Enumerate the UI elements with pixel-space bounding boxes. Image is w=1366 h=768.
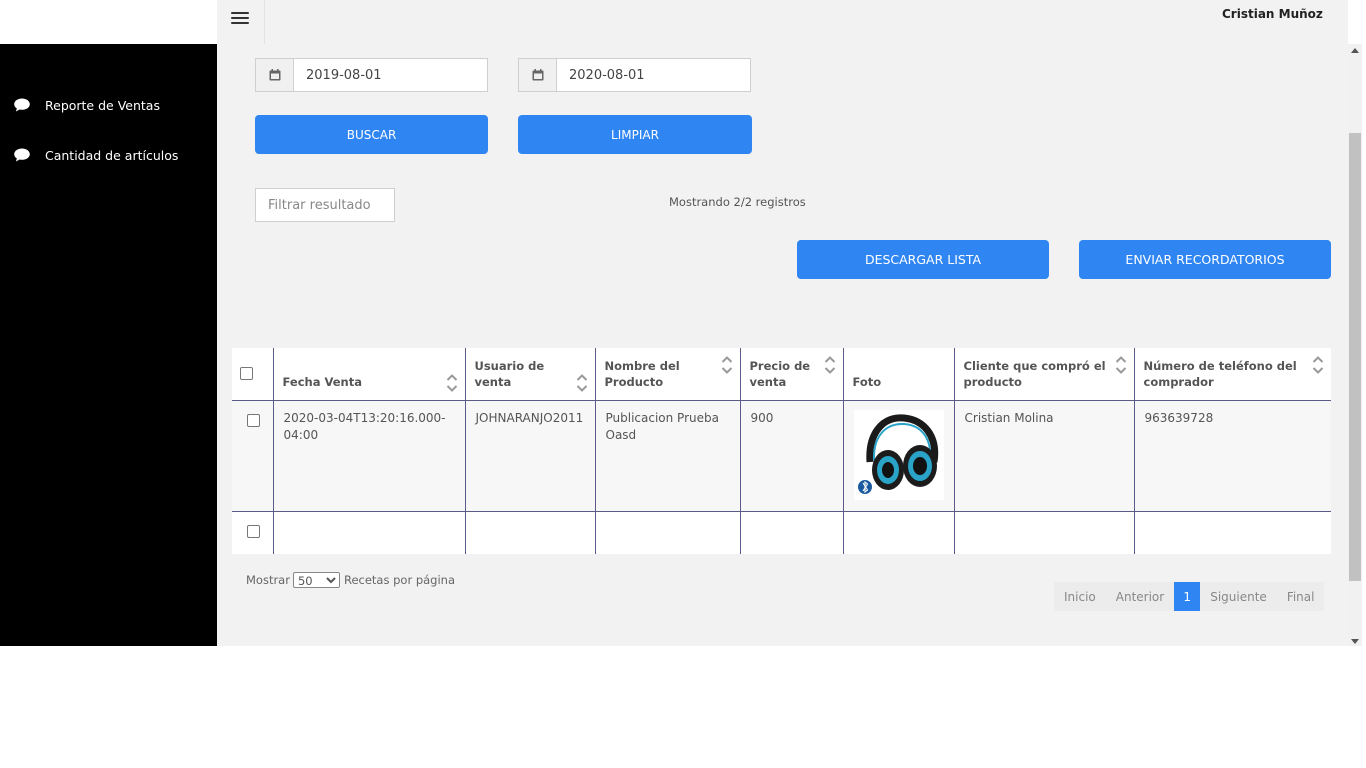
sidebar-item-cantidad-articulos[interactable]: Cantidad de artículos — [13, 144, 178, 166]
select-all-cell — [232, 348, 274, 401]
filter-input[interactable] — [255, 188, 395, 222]
column-header-label: Fecha Venta — [282, 374, 362, 389]
column-header-label: Cliente que compró el producto — [963, 358, 1106, 389]
column-header-label: Número de teléfono del comprador — [1143, 358, 1297, 389]
column-header-label: Nombre del Producto — [604, 358, 680, 389]
per-page-select[interactable]: 50 — [292, 572, 340, 588]
sidebar-item-label: Reporte de Ventas — [45, 97, 160, 113]
row-select-cell — [232, 400, 274, 512]
page-prev-button[interactable]: Anterior — [1106, 582, 1174, 611]
column-header-producto[interactable]: Nombre del Producto — [595, 348, 741, 401]
sidebar-header — [0, 0, 217, 44]
column-header-cliente[interactable]: Cliente que compró el producto — [954, 348, 1135, 401]
date-to-group — [518, 58, 751, 92]
cell-cliente: Cristian Molina — [954, 400, 1135, 512]
empty-cell — [595, 511, 741, 554]
cell-usuario: JOHNARANJO2011 — [465, 400, 596, 512]
page-current-button[interactable]: 1 — [1174, 582, 1201, 611]
sort-icon[interactable] — [1115, 353, 1127, 393]
sales-table: Fecha Venta Usuario de venta Nombre del … — [232, 348, 1331, 554]
column-header-label: Foto — [852, 374, 882, 389]
per-page-label: Mostrar — [246, 573, 290, 587]
sidebar-item-label: Cantidad de artículos — [45, 147, 179, 163]
cell-fecha: 2020-03-04T13:20:16.000-04:00 — [273, 400, 466, 512]
sort-icon[interactable] — [576, 353, 588, 393]
chat-bubble-icon — [13, 147, 31, 163]
scroll-up-icon[interactable] — [1351, 48, 1359, 53]
pagination: Inicio Anterior 1 Siguiente Final — [1054, 582, 1325, 611]
table-row[interactable]: 2020-03-04T13:20:16.000-04:00 JOHNARANJO… — [232, 400, 1331, 512]
empty-cell — [1134, 511, 1331, 554]
column-header-precio[interactable]: Precio de venta — [740, 348, 844, 401]
search-button[interactable]: BUSCAR — [255, 115, 488, 154]
row-select-cell — [232, 511, 274, 554]
calendar-icon[interactable] — [256, 59, 294, 91]
per-page-control: Mostrar 50 Recetas por página — [246, 572, 455, 588]
product-photo[interactable] — [853, 409, 944, 500]
topbar-divider — [264, 0, 265, 44]
date-to-input[interactable] — [557, 59, 750, 91]
column-header-label: Usuario de venta — [474, 358, 545, 389]
page-first-button[interactable]: Inicio — [1054, 582, 1106, 611]
headphones-image — [857, 413, 938, 494]
column-header-foto: Foto — [843, 348, 955, 401]
send-reminders-button[interactable]: ENVIAR RECORDATORIOS — [1079, 240, 1331, 279]
empty-cell — [954, 511, 1135, 554]
column-header-fecha[interactable]: Fecha Venta — [273, 348, 466, 401]
cell-precio: 900 — [740, 400, 844, 512]
sort-icon[interactable] — [721, 353, 733, 393]
sidebar-item-reporte-ventas[interactable]: Reporte de Ventas — [13, 94, 160, 116]
table-header-row: Fecha Venta Usuario de venta Nombre del … — [232, 348, 1331, 401]
column-header-usuario[interactable]: Usuario de venta — [465, 348, 596, 401]
scrollbar-thumb[interactable] — [1349, 133, 1361, 581]
sort-icon[interactable] — [446, 353, 458, 393]
chat-bubble-icon — [13, 97, 31, 113]
user-name[interactable]: Cristian Muñoz — [1222, 7, 1323, 21]
cell-foto — [843, 400, 955, 512]
select-all-checkbox[interactable] — [240, 366, 253, 380]
clear-button[interactable]: LIMPIAR — [518, 115, 752, 154]
hamburger-menu-icon[interactable] — [231, 9, 249, 27]
row-checkbox[interactable] — [247, 413, 260, 427]
app-window: Reporte de Ventas Cantidad de artículos … — [0, 0, 1366, 646]
date-from-group — [255, 58, 488, 92]
sidebar: Reporte de Ventas Cantidad de artículos — [0, 44, 217, 646]
empty-cell — [465, 511, 596, 554]
column-header-label: Precio de venta — [749, 358, 811, 389]
table-row[interactable] — [232, 511, 1331, 554]
page-last-button[interactable]: Final — [1277, 582, 1325, 611]
cell-producto: Publicacion Prueba Oasd — [595, 400, 741, 512]
per-page-suffix: Recetas por página — [343, 573, 456, 587]
row-checkbox[interactable] — [247, 524, 260, 538]
cell-telefono: 963639728 — [1134, 400, 1331, 512]
sort-icon[interactable] — [824, 353, 836, 393]
calendar-icon[interactable] — [519, 59, 557, 91]
column-header-telefono[interactable]: Número de teléfono del comprador — [1134, 348, 1331, 401]
scroll-down-icon[interactable] — [1351, 639, 1359, 644]
empty-cell — [843, 511, 955, 554]
date-from-input[interactable] — [294, 59, 487, 91]
download-list-button[interactable]: DESCARGAR LISTA — [797, 240, 1049, 279]
sort-icon[interactable] — [1312, 353, 1324, 393]
empty-cell — [273, 511, 466, 554]
page-next-button[interactable]: Siguiente — [1200, 582, 1277, 611]
empty-cell — [740, 511, 844, 554]
records-count: Mostrando 2/2 registros — [669, 195, 806, 209]
